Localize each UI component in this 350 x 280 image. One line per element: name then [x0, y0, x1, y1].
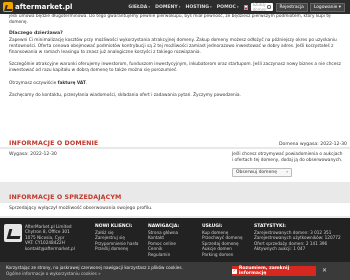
footer-col-navigation: NAWIGACJA: Strona główna Kontakt Pomoc o… [148, 224, 180, 257]
chevron-down-icon: ▾ [338, 4, 341, 10]
footer-col-services: USŁUGI: Kup domenę Przechwyć domenę Sprz… [202, 224, 243, 257]
seller-info-text: Sprzedający wyłączył możliwość obserwowa… [9, 206, 153, 211]
close-icon[interactable]: ✕ [322, 268, 327, 274]
login-button[interactable]: Logowanie ▾ [309, 2, 345, 12]
domain-description: jeśli umowa będzie długoterminowa. Do te… [0, 14, 350, 147]
footer-email-link[interactable]: kontakt@aftermarket.pl [25, 246, 75, 251]
nav-hosting[interactable]: HOSTING ▾ [186, 5, 212, 10]
footer-logo-icon [4, 224, 22, 242]
footer-link[interactable]: Parking domen [202, 252, 243, 257]
nav-pomoc[interactable]: POMOC ▾ [217, 5, 239, 10]
footer-link[interactable]: Przechwyć domenę [202, 235, 243, 240]
partners-paragraph: Szczególnie atrakcyjne warunki oferujemy… [9, 62, 341, 74]
why-lease-paragraph: Zapewni Ci minimalizację kosztów przy mo… [9, 37, 337, 56]
chevron-down-icon: ▾ [178, 5, 181, 9]
domain-info-title: INFORMACJE O DOMENIE [9, 140, 99, 147]
footer-col-new-clients: NOWI KLIENCI: Załóż się Zarejestruj się … [95, 224, 139, 252]
cookie-accept-button[interactable]: ✓ Rozumiem, zamknij informację [232, 266, 316, 276]
language-flag-icon[interactable] [243, 4, 248, 10]
register-button[interactable]: Rejestracja [275, 2, 308, 12]
chevron-down-icon: ▾ [148, 5, 151, 9]
nav-domeny[interactable]: DOMENY ▾ [155, 5, 180, 10]
expiry-row: Wygasa: 2022-12-30 [9, 152, 57, 157]
footer-col-stats: STATYSTYKI: Zarejestrowanych domen: 3 01… [254, 224, 341, 252]
check-icon: ✓ [232, 268, 237, 274]
lead-paragraph: jeśli umowa będzie długoterminowa. Do te… [9, 14, 331, 26]
invoice-highlight: fakturę VAT [57, 80, 86, 86]
footer-link[interactable]: Regulamin [148, 252, 179, 257]
cookie-text: Korzystając ze strony, na jaskrawej czer… [6, 265, 183, 270]
domain-info-box: Wygasa: 2022-12-30 Domena wygasa: 2022-1… [0, 142, 350, 182]
chevron-down-icon: ▾ [210, 5, 212, 9]
watch-info-text: Jeśli chcesz otrzymywać powiadomienia o … [232, 152, 343, 163]
search-input[interactable]: Szukaj domen [250, 2, 273, 12]
top-navbar: aftermarket.pl GIEŁDA ▾ DOMENY ▾ HOSTING ▾ … [0, 0, 350, 14]
logo-text: aftermarket.pl [15, 3, 73, 11]
chevron-down-icon: ▾ [236, 5, 239, 9]
footer-link[interactable]: Prześlij domenę [95, 246, 138, 251]
seller-info-box: Sprzedający wyłączył możliwość obserwowa… [0, 203, 350, 216]
watch-domain-button[interactable]: Obserwuj domenę › [232, 168, 292, 177]
expiry-right-row: Domena wygasa: 2022-12-30 [279, 142, 347, 147]
seller-info-title: INFORMACJE O SPRZEDAJĄCYM [9, 194, 122, 201]
logo-icon [3, 2, 13, 12]
search-icon[interactable] [267, 5, 271, 9]
invoice-paragraph: Otrzymasz oczywiście fakturę VAT. [9, 80, 88, 86]
nav-gielda[interactable]: GIEŁDA ▾ [128, 5, 150, 10]
site-logo[interactable]: aftermarket.pl [3, 2, 72, 12]
search-placeholder: Szukaj domen [252, 2, 267, 12]
cookie-banner: Korzystając ze strony, na jaskrawej czer… [0, 262, 350, 280]
cookie-info-link[interactable]: Ogólne informacje o wykorzystaniu cookie… [6, 271, 183, 277]
contact-paragraph: Zachęcamy do kontaktu, przesyłania wiado… [9, 92, 241, 98]
chevron-right-icon: › [286, 170, 288, 175]
footer-company: AfterMarket.pl Limited Chytron 8, Office… [25, 224, 75, 251]
